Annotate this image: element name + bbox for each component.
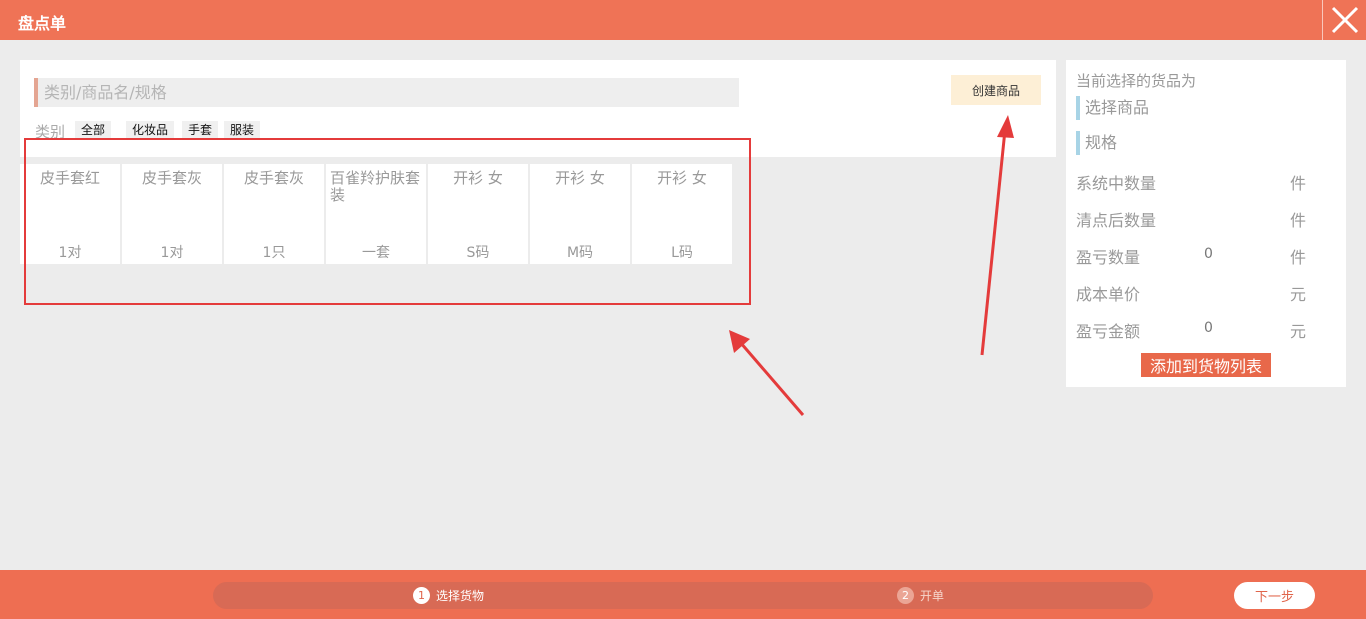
step-label: 选择货物: [436, 589, 485, 603]
detail-panel: 当前选择的货品为 选择商品 规格 系统中数量 件 清点后数量 件 盈亏数量 0 …: [1066, 60, 1346, 387]
spec-field[interactable]: 规格: [1076, 131, 1117, 155]
step-progress: 1 选择货物 2 开单: [213, 582, 1153, 609]
bottom-bar: 1 选择货物 2 开单 下一步: [0, 570, 1366, 619]
selected-product-field[interactable]: 选择商品: [1076, 96, 1149, 120]
annotation-highlight-box: [24, 138, 751, 305]
create-product-button[interactable]: 创建商品: [951, 75, 1041, 105]
detail-heading: 当前选择的货品为: [1076, 72, 1197, 90]
search-input[interactable]: [34, 78, 739, 107]
diff-qty-label: 盈亏数量: [1076, 248, 1141, 267]
close-button[interactable]: [1322, 0, 1366, 40]
diff-amount-unit: 元: [1290, 322, 1307, 341]
step-select-goods[interactable]: 1 选择货物: [413, 586, 484, 605]
counted-qty-unit: 件: [1290, 211, 1307, 230]
arrow-to-product-grid: [729, 330, 805, 416]
unit-cost-unit: 元: [1290, 285, 1307, 304]
diff-amount-value: 0: [1204, 320, 1213, 336]
counted-qty-label: 清点后数量: [1076, 211, 1157, 230]
step-open-order[interactable]: 2 开单: [897, 586, 944, 605]
unit-cost-label: 成本单价: [1076, 285, 1141, 304]
step-number: 2: [897, 587, 914, 604]
window-title: 盘点单: [18, 14, 67, 33]
system-qty-label: 系统中数量: [1076, 174, 1157, 193]
add-to-list-button[interactable]: 添加到货物列表: [1141, 353, 1271, 377]
step-number: 1: [413, 587, 430, 604]
title-bar: 盘点单: [0, 0, 1366, 40]
step-label: 开单: [920, 589, 945, 603]
diff-qty-unit: 件: [1290, 248, 1307, 267]
system-qty-unit: 件: [1290, 174, 1307, 193]
diff-amount-label: 盈亏金额: [1076, 322, 1141, 341]
close-icon: [1331, 6, 1358, 34]
diff-qty-value: 0: [1204, 246, 1213, 262]
next-step-button[interactable]: 下一步: [1234, 582, 1315, 609]
